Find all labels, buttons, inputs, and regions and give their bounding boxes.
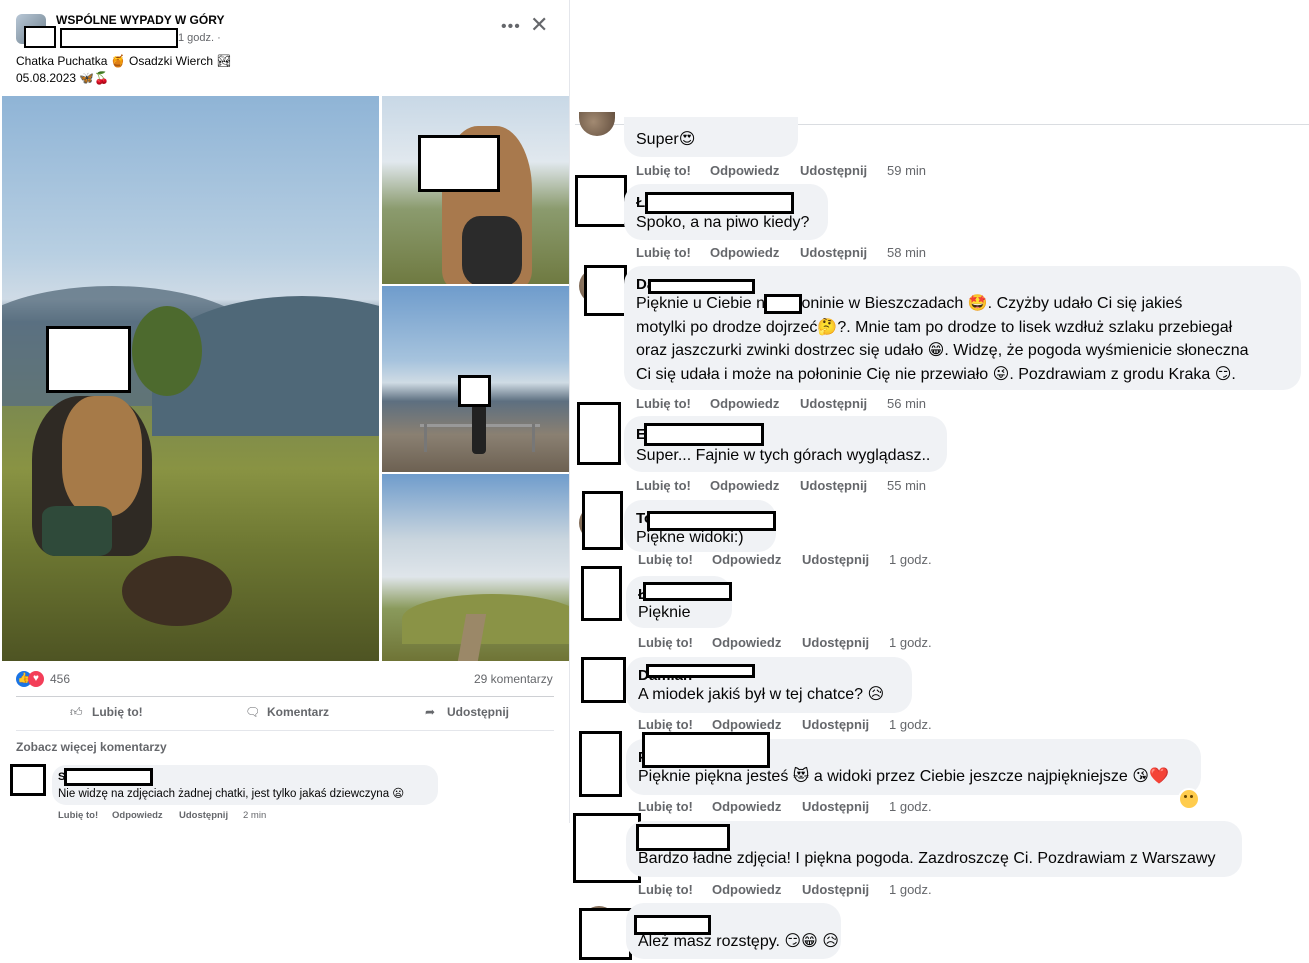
redacted-name: [642, 732, 770, 768]
comment-author[interactable]: Ł: [636, 194, 645, 211]
comment-reply-link[interactable]: Odpowiedz: [710, 478, 779, 493]
redacted-mention: [764, 294, 802, 314]
redacted-author-name: [60, 28, 178, 48]
comment-timestamp[interactable]: 1 godz.: [889, 717, 932, 732]
comment-reply-link[interactable]: Odpowiedz: [712, 799, 781, 814]
comment-reply-link[interactable]: Odpowiedz: [112, 810, 163, 821]
comment-share-link[interactable]: Udostępnij: [800, 396, 867, 411]
comment-share-link[interactable]: Udostępnij: [179, 810, 228, 821]
redacted-avatar: [584, 265, 627, 316]
redacted-avatar: [577, 402, 621, 465]
share-button-label: Udostępnij: [447, 705, 509, 719]
comment-like-link[interactable]: Lubię to!: [638, 635, 693, 650]
comment-timestamp[interactable]: 55 min: [887, 478, 926, 493]
post-text: Chatka Puchatka 🍯 Osadzki Wierch 🏞 05.08…: [16, 54, 232, 85]
comment-count[interactable]: 29 komentarzy: [474, 672, 553, 686]
comment-like-link[interactable]: Lubię to!: [638, 717, 693, 732]
redacted-avatar: [581, 566, 622, 621]
comment-timestamp[interactable]: 1 godz.: [889, 799, 932, 814]
commenter-avatar[interactable]: [579, 112, 615, 136]
redacted-avatar: [10, 764, 46, 796]
redacted-face: [46, 326, 131, 393]
comment-text: Bardzo ładne zdjęcia! I piękna pogoda. Z…: [638, 850, 1216, 867]
comment-timestamp[interactable]: 59 min: [887, 163, 926, 178]
comment-share-link[interactable]: Udostępnij: [802, 552, 869, 567]
comment-like-link[interactable]: Lubię to!: [636, 163, 691, 178]
love-reaction-icon: ♥: [28, 671, 44, 687]
comment-button[interactable]: 🗨︎ Komentarz: [245, 705, 329, 723]
redacted-name: [643, 582, 732, 601]
post-card: WSPÓLNE WYPADY W GÓRY 1 godz. · ••• ✕ Ch…: [0, 0, 570, 823]
comment-like-link[interactable]: Lubię to!: [636, 396, 691, 411]
comment-share-link[interactable]: Udostępnij: [802, 635, 869, 650]
redacted-avatar: [582, 491, 623, 550]
comment-share-link[interactable]: Udostępnij: [802, 799, 869, 814]
post-timestamp[interactable]: 1 godz. ·: [178, 32, 221, 44]
comment-reply-link[interactable]: Odpowiedz: [710, 163, 779, 178]
comment-timestamp[interactable]: 56 min: [887, 396, 926, 411]
comment-text: Pięknie u Ciebie na Połoninie w Bieszcza…: [636, 295, 1249, 383]
redacted-name: [646, 664, 755, 678]
comment-timestamp[interactable]: 2 min: [243, 810, 266, 821]
redacted-avatar: [581, 657, 626, 703]
comment-icon: 🗨︎: [245, 705, 261, 719]
comment-timestamp[interactable]: 1 godz.: [889, 635, 932, 650]
see-more-comments-link[interactable]: Zobacz więcej komentarzy: [16, 740, 167, 754]
group-name[interactable]: WSPÓLNE WYPADY W GÓRY: [56, 13, 224, 27]
comment-like-link[interactable]: Lubię to!: [58, 810, 98, 821]
comment-like-link[interactable]: Lubię to!: [636, 245, 691, 260]
comment-text: Pięknie piękna jesteś 😻 a widoki przez C…: [638, 768, 1169, 785]
share-button[interactable]: ➦ Udostępnij: [425, 705, 509, 723]
comment-share-link[interactable]: Udostępnij: [800, 245, 867, 260]
redacted-avatar: [579, 908, 632, 960]
redacted-author-avatar: [24, 26, 56, 48]
comment-share-link[interactable]: Udostępnij: [800, 163, 867, 178]
comment-reply-link[interactable]: Odpowiedz: [710, 245, 779, 260]
more-horizontal-icon[interactable]: •••: [501, 18, 521, 36]
comment-timestamp[interactable]: 1 godz.: [889, 552, 932, 567]
comment-button-label: Komentarz: [267, 705, 330, 719]
reaction-emoji-icon[interactable]: [1178, 788, 1200, 810]
redacted-name: [64, 768, 153, 786]
redacted-avatar: [575, 175, 627, 227]
share-icon: ➦: [425, 705, 436, 719]
comment-text: A miodek jakiś był w tej chatce? 😥: [638, 686, 885, 703]
comment-share-link[interactable]: Udostępnij: [800, 478, 867, 493]
redacted-face: [458, 375, 491, 407]
divider: [16, 730, 554, 731]
comment-text: Super😍: [636, 131, 696, 148]
divider: [16, 696, 554, 697]
comment-like-link[interactable]: Lubię to!: [638, 552, 693, 567]
comment-text: Ależ masz rozstępy. 😏😁 😥: [638, 933, 839, 950]
redacted-face: [418, 135, 500, 192]
comment-text: Spoko, a na piwo kiedy?: [636, 214, 810, 231]
comment-like-link[interactable]: Lubię to!: [638, 799, 693, 814]
close-icon[interactable]: ✕: [530, 14, 548, 36]
comment-reply-link[interactable]: Odpowiedz: [712, 882, 781, 897]
comment-like-link[interactable]: Lubię to!: [636, 478, 691, 493]
comment-text: Nie widzę na zdjęciach żadnej chatki, je…: [58, 788, 405, 800]
comment-like-link[interactable]: Lubię to!: [638, 882, 693, 897]
comment-reply-link[interactable]: Odpowiedz: [712, 552, 781, 567]
thumbs-up-icon: 👍︎: [70, 705, 83, 719]
reaction-count: 456: [50, 672, 71, 686]
comment-reply-link[interactable]: Odpowiedz: [712, 717, 781, 732]
comment-text: Super... Fajnie w tych górach wyglądasz.…: [636, 447, 931, 464]
redacted-avatar: [579, 731, 622, 797]
comment-share-link[interactable]: Udostępnij: [802, 882, 869, 897]
post-photo-4[interactable]: [382, 474, 569, 661]
comment-text: Pięknie: [638, 604, 691, 621]
comment-timestamp[interactable]: 1 godz.: [889, 882, 932, 897]
comment-reply-link[interactable]: Odpowiedz: [712, 635, 781, 650]
comment-reply-link[interactable]: Odpowiedz: [710, 396, 779, 411]
comment-timestamp[interactable]: 58 min: [887, 245, 926, 260]
comment-share-link[interactable]: Udostępnij: [802, 717, 869, 732]
like-button[interactable]: 👍︎ Lubię to!: [70, 705, 143, 723]
like-button-label: Lubię to!: [92, 705, 143, 719]
comment-text: Piękne widoki:): [636, 529, 744, 546]
redacted-name: [644, 423, 764, 446]
